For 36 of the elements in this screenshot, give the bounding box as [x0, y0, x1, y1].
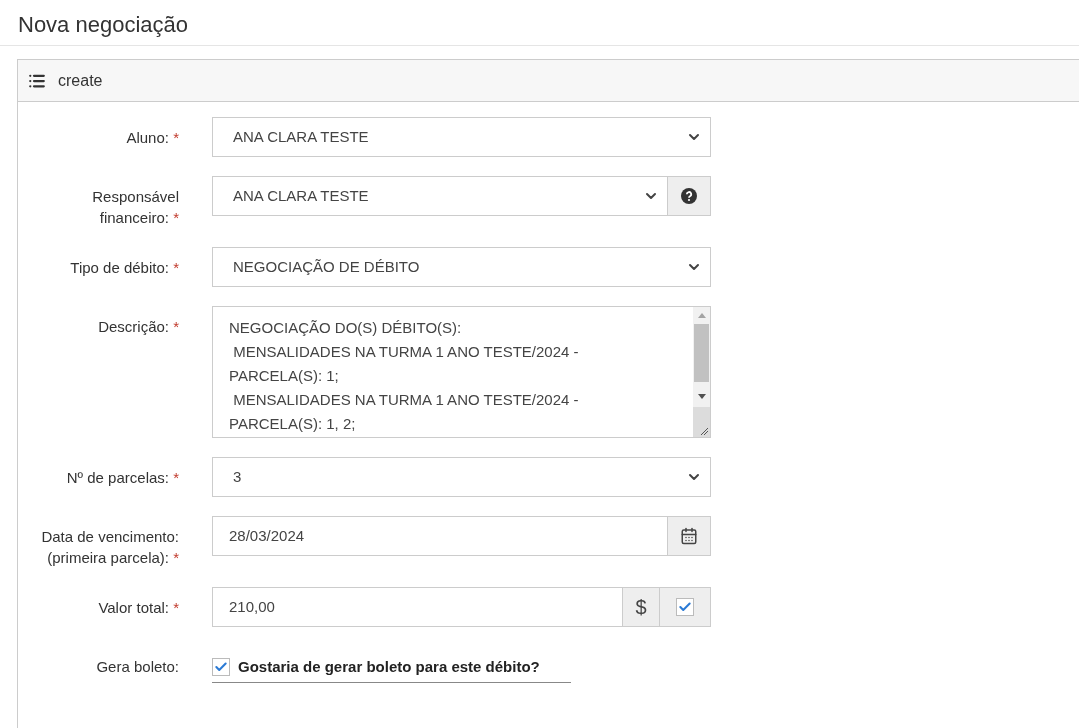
description-line: NEGOCIAÇÃO DO(S) DÉBITO(S): — [229, 318, 463, 338]
help-button[interactable] — [668, 176, 711, 216]
field-label: Valor total: * — [98, 599, 179, 616]
field-label: Nº de parcelas: * — [66, 469, 179, 486]
select-field[interactable]: NEGOCIAÇÃO DE DÉBITO — [212, 247, 711, 287]
calendar-button[interactable] — [668, 516, 711, 556]
description-textarea[interactable]: NEGOCIAÇÃO DO(S) DÉBITO(S): MENSALIDADES NA TURMA 1 ANO TESTE/2024 - PARCELA(S): 1; MENSALIDADES NA TURMA 1 ANO TESTE/2024 - PARCELA(S): 1, 2; — [212, 306, 711, 438]
scrollbar[interactable] — [693, 307, 710, 437]
amount-field[interactable]: 210,00 — [212, 587, 623, 627]
page-title: Nova negociação — [18, 11, 188, 39]
checkbox[interactable] — [676, 598, 694, 616]
description-line: PARCELA(S): 1, 2; — [229, 414, 357, 434]
description-line: MENSALIDADES NA TURMA 1 ANO TESTE/2024 - — [232, 342, 580, 362]
currency-addon: $ — [623, 587, 660, 627]
check-icon — [678, 600, 692, 614]
select-field[interactable]: ANA CLARA TESTE — [212, 117, 711, 157]
date-field[interactable]: 28/03/2024 — [212, 516, 668, 556]
checkbox[interactable] — [212, 658, 230, 677]
panel-title: create — [58, 70, 103, 91]
resize-grip-icon — [700, 427, 708, 435]
help-icon — [681, 188, 697, 204]
select-field[interactable]: 3 — [212, 457, 711, 497]
resize-handle[interactable] — [693, 407, 710, 437]
field-label: Descrição: * — [98, 318, 179, 335]
scroll-up-icon[interactable] — [697, 313, 706, 318]
field-label: Responsável financeiro: * — [92, 188, 179, 226]
calendar-icon — [680, 527, 698, 545]
field-label: Tipo de débito: * — [70, 259, 179, 276]
description-line: PARCELA(S): 1; — [229, 366, 340, 386]
description-line: MENSALIDADES NA TURMA 1 ANO TESTE/2024 - — [232, 390, 580, 410]
field-label: Aluno: * — [126, 129, 179, 146]
scroll-down-icon[interactable] — [697, 394, 706, 399]
checkbox-label: Gostaria de gerar boleto para este débito? — [238, 657, 540, 677]
field-label: Data de vencimento: (primeira parcela): * — [41, 528, 179, 566]
field-label: Gera boleto: — [96, 658, 179, 675]
select-field[interactable]: ANA CLARA TESTE — [212, 176, 668, 216]
